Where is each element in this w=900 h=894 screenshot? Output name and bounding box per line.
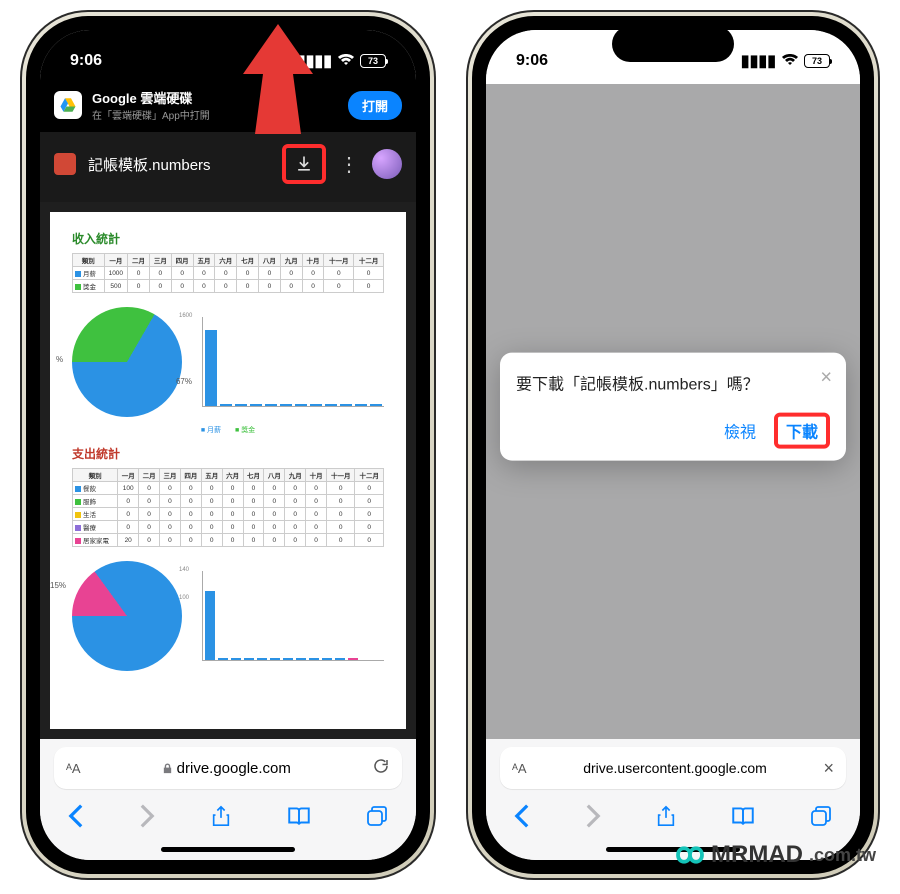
google-drive-icon	[54, 91, 82, 119]
tabs-button[interactable]	[365, 804, 389, 833]
bookmarks-button[interactable]	[730, 804, 756, 833]
battery-icon: 73	[804, 54, 830, 68]
reload-icon[interactable]	[372, 757, 390, 779]
income-pie-chart	[72, 307, 182, 417]
download-button[interactable]	[293, 153, 315, 175]
url-bar[interactable]: ᴬA drive.usercontent.google.com ×	[500, 747, 846, 789]
dialog-close-button[interactable]: ×	[820, 366, 832, 389]
watermark-logo-icon	[675, 840, 705, 870]
url-bar[interactable]: ᴬA drive.google.com	[54, 747, 402, 789]
watermark-brand: MRMAD	[711, 841, 803, 869]
watermark-suffix: .com.tw	[809, 845, 876, 866]
income-bar-chart: 1600	[202, 317, 384, 407]
phone-right: 9:06 ▮▮▮▮ 73 × 要下載「記帳模板.numbers」嗎？ 檢視	[466, 10, 880, 880]
status-time: 9:06	[516, 52, 548, 70]
page-settings-icon[interactable]: ᴬA	[512, 761, 527, 776]
url-host: drive.google.com	[89, 760, 364, 777]
bookmarks-button[interactable]	[286, 804, 312, 833]
document-preview[interactable]: 收入統計 類別一月二月三月四月五月六月七月八月九月十月十一月十二月 月薪1000…	[40, 202, 416, 739]
stop-icon[interactable]: ×	[823, 758, 834, 779]
page-settings-icon[interactable]: ᴬA	[66, 761, 81, 776]
page-background: × 要下載「記帳模板.numbers」嗎？ 檢視 下載	[486, 84, 860, 739]
more-options-button[interactable]: ⋮	[338, 153, 360, 175]
wifi-icon	[337, 52, 355, 71]
forward-button	[138, 803, 156, 834]
highlight-arrow-icon	[243, 24, 313, 134]
expense-pie-chart	[72, 561, 182, 671]
dialog-title: 要下載「記帳模板.numbers」嗎？	[516, 370, 830, 394]
expense-section-title: 支出統計	[72, 445, 384, 462]
download-button-highlight: 下載	[774, 412, 830, 448]
signal-icon: ▮▮▮▮	[741, 51, 776, 71]
share-button[interactable]	[210, 802, 232, 835]
safari-toolbar	[486, 797, 860, 845]
download-dialog: × 要下載「記帳模板.numbers」嗎？ 檢視 下載	[500, 352, 846, 460]
back-button[interactable]	[67, 803, 85, 834]
view-button[interactable]: 檢視	[724, 418, 756, 442]
phone-left: 9:06 ▮▮▮▮ 73 Google 雲端硬碟	[20, 10, 436, 880]
share-button[interactable]	[655, 802, 677, 835]
file-name: 記帳模板.numbers	[88, 154, 270, 175]
wifi-icon	[781, 52, 799, 71]
back-button[interactable]	[513, 803, 531, 834]
expense-bar-chart: 140 100	[202, 571, 384, 661]
income-legend: 月薪 獎金	[72, 425, 384, 435]
income-section-title: 收入統計	[72, 230, 384, 247]
tabs-button[interactable]	[809, 804, 833, 833]
file-header: 記帳模板.numbers ⋮	[40, 132, 416, 202]
safari-toolbar	[40, 797, 416, 845]
account-avatar[interactable]	[372, 149, 402, 179]
income-table: 類別一月二月三月四月五月六月七月八月九月十月十一月十二月 月薪100000000…	[72, 253, 384, 293]
watermark: MRMAD .com.tw	[675, 840, 876, 870]
status-time: 9:06	[70, 52, 102, 70]
home-indicator	[161, 847, 295, 852]
battery-icon: 73	[360, 54, 386, 68]
download-button[interactable]: 下載	[786, 424, 818, 441]
url-host: drive.usercontent.google.com	[535, 760, 816, 776]
open-app-button[interactable]: 打開	[348, 91, 402, 120]
expense-table: 類別一月二月三月四月五月六月七月八月九月十月十一月十二月 餐飲100000000…	[72, 468, 384, 547]
download-button-highlight	[282, 144, 326, 184]
dynamic-island	[612, 26, 734, 62]
app-banner[interactable]: Google 雲端硬碟 在「雲端硬碟」App中打開 打開	[40, 84, 416, 132]
forward-button	[584, 803, 602, 834]
numbers-file-icon	[54, 153, 76, 175]
